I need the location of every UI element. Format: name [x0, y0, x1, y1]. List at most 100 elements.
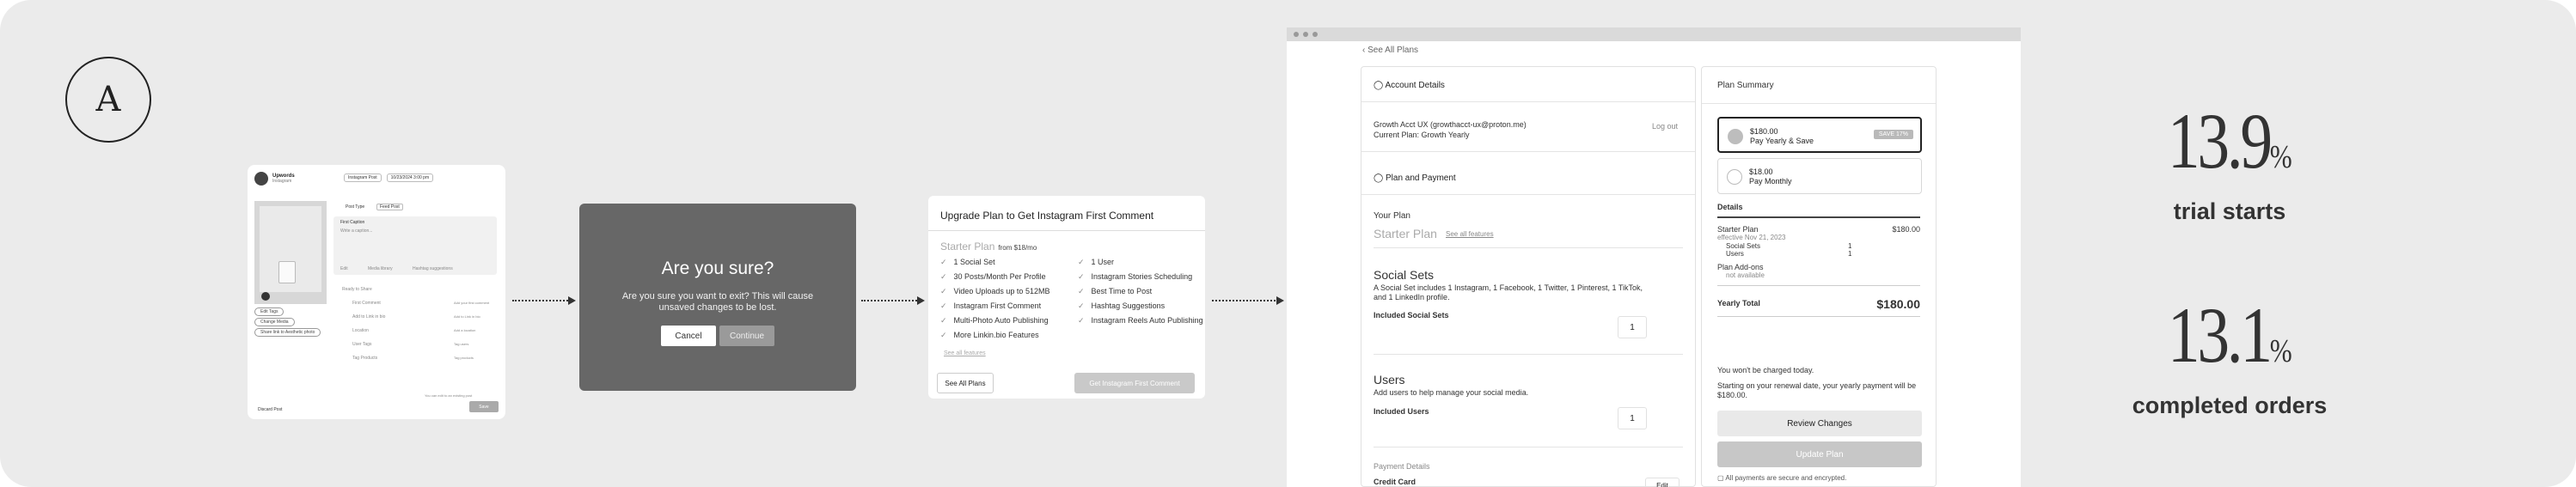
window-dot[interactable] [1294, 32, 1299, 37]
account-header: Upwords Instagram [254, 172, 295, 186]
review-changes-button[interactable]: Review Changes [1717, 411, 1922, 436]
plan-summary-title: Plan Summary [1717, 81, 1774, 90]
divider [1702, 103, 1936, 104]
caption-field[interactable]: First Caption Write a caption... Edit Me… [333, 216, 497, 275]
row-hint-tag-products: Tag products [454, 356, 474, 360]
stat-number: 13.1 [2167, 291, 2273, 379]
detail-effective: effective Nov 21, 2023 [1717, 234, 1786, 241]
flow-arrow-1 [512, 296, 576, 305]
secure-text: All payments are secure and encrypted. [1725, 474, 1847, 482]
detail-users-qty: 1 [1848, 250, 1852, 258]
post-type-pill[interactable]: Instagram Post [344, 173, 382, 182]
row-hint-link-in-bio: Add to Link in bio [454, 314, 480, 319]
radio-checked-icon [1728, 129, 1743, 144]
post-type-select[interactable]: Feed Post [376, 204, 403, 210]
pay-monthly-option[interactable]: $18.00 Pay Monthly [1717, 158, 1922, 194]
post-image[interactable] [254, 201, 327, 304]
social-sets-description: A Social Set includes 1 Instagram, 1 Fac… [1374, 283, 1643, 301]
upgrade-plan-dialog: Upgrade Plan to Get Instagram First Comm… [928, 196, 1205, 399]
date-pill[interactable]: 10/23/2024 3:00 pm [386, 173, 434, 182]
stat-completed-orders: 13.1% completed orders [2118, 295, 2341, 419]
window-dot[interactable] [1303, 32, 1308, 37]
detail-plan-price: $180.00 [1892, 225, 1920, 234]
discard-post-link[interactable]: Discard Post [258, 407, 282, 412]
share-link-chip[interactable]: Share link to Aesthetic photo [254, 328, 321, 337]
stat-unit: % [2269, 139, 2292, 175]
yearly-total-value: $180.00 [1876, 297, 1920, 311]
logout-link[interactable]: Log out [1652, 122, 1678, 131]
see-all-features-link[interactable]: See all features [944, 350, 986, 356]
included-social-sets-label: Included Social Sets [1374, 311, 1449, 320]
plan-payment-label: Plan and Payment [1385, 173, 1456, 183]
pay-yearly-option[interactable]: $180.00 Pay Yearly & Save SAVE 17% [1717, 117, 1922, 153]
modal-message: Are you sure you want to exit? This will… [621, 291, 814, 313]
plan-checkout-window: ‹ See All Plans ◯ Account Details Growth… [1287, 27, 2021, 487]
yearly-total-label: Yearly Total [1717, 299, 1760, 307]
row-first-comment[interactable]: First Comment [352, 301, 381, 306]
case-study-canvas: A Upwords Instagram Instagram Post 10/23… [0, 0, 2576, 487]
details-heading: Details [1717, 203, 1743, 211]
window-dot[interactable] [1312, 32, 1318, 37]
update-plan-button[interactable]: Update Plan [1717, 441, 1922, 467]
back-link[interactable]: ‹ See All Plans [1362, 46, 1418, 55]
lock-icon: ▢ [1717, 474, 1724, 482]
edit-link[interactable]: Edit [340, 266, 348, 271]
camera-icon[interactable] [261, 292, 270, 301]
feature-item: Multi-Photo Auto Publishing [940, 316, 1078, 326]
hashtag-suggestions-link[interactable]: Hashtag suggestions [413, 266, 453, 271]
user-icon: ◯ [1374, 81, 1384, 90]
divider [1374, 354, 1683, 355]
users-quantity[interactable]: 1 [1618, 407, 1647, 429]
row-hint-first-comment: Add your first comment [454, 301, 490, 305]
plan-name: Starter Plan [940, 240, 995, 253]
edit-tags-chip[interactable]: Edit Tags [254, 307, 285, 316]
users-description: Add users to help manage your social med… [1374, 388, 1529, 397]
option-text: $18.00 Pay Monthly [1749, 167, 1792, 186]
stat-value: 13.9% [2168, 101, 2292, 197]
flow-arrow-2 [861, 296, 925, 305]
media-library-link[interactable]: Media library [368, 266, 393, 271]
option-label: Pay Monthly [1749, 177, 1792, 186]
editor-note: You can edit to an existing post [425, 393, 473, 398]
post-editor-screen: Upwords Instagram Instagram Post 10/23/2… [248, 165, 505, 419]
divider [1717, 316, 1920, 317]
divider [928, 230, 1205, 231]
row-link-in-bio[interactable]: Add to Link in bio [352, 314, 385, 320]
save-badge: SAVE 17% [1873, 130, 1913, 139]
users-title: Users [1374, 373, 1405, 387]
feature-item: 1 User [1078, 258, 1198, 267]
stat-unit: % [2269, 333, 2292, 369]
change-media-chip[interactable]: Change Media [254, 318, 295, 326]
upgrade-title: Upgrade Plan to Get Instagram First Comm… [940, 210, 1154, 222]
plan-name: Starter Plan [1374, 227, 1437, 240]
divider [1374, 247, 1683, 248]
divider [1361, 151, 1695, 152]
get-first-comment-button[interactable]: Get Instagram First Comment [1074, 373, 1195, 393]
edit-payment-button[interactable]: Edit [1645, 478, 1680, 487]
option-price: $180.00 [1750, 127, 1778, 136]
divider [1717, 285, 1920, 286]
option-price: $18.00 [1749, 167, 1773, 176]
option-label: Pay Yearly & Save [1750, 137, 1814, 145]
social-sets-quantity[interactable]: 1 [1618, 316, 1647, 338]
feature-item: Instagram Stories Scheduling [1078, 272, 1198, 282]
radio-icon [1727, 169, 1742, 185]
exit-confirm-modal: Are you sure? Are you sure you want to e… [579, 204, 856, 391]
modal-title: Are you sure? [661, 259, 774, 278]
secure-note: ▢ All payments are secure and encrypted. [1717, 474, 1846, 482]
account-plan-card: ◯ Account Details Growth Acct UX (growth… [1361, 66, 1696, 487]
row-tag-products[interactable]: Tag Products [352, 356, 377, 361]
see-all-features-link[interactable]: See all features [1446, 230, 1494, 238]
row-location[interactable]: Location [352, 328, 369, 333]
editor-topbar: Instagram Post 10/23/2024 3:00 pm [344, 173, 434, 182]
detail-users: Users [1726, 250, 1744, 258]
window-chrome [1287, 27, 2021, 41]
cancel-button[interactable]: Cancel [661, 326, 716, 346]
feature-item: Instagram Reels Auto Publishing [1078, 316, 1203, 326]
account-email: Growth Acct UX (growthacct-ux@proton.me) [1374, 120, 1527, 129]
continue-button[interactable]: Continue [719, 326, 774, 346]
row-user-tags[interactable]: User Tags [352, 342, 371, 347]
brand-logo: A [65, 57, 151, 143]
see-all-plans-button[interactable]: See All Plans [937, 373, 994, 393]
save-button[interactable]: Save [469, 401, 499, 412]
